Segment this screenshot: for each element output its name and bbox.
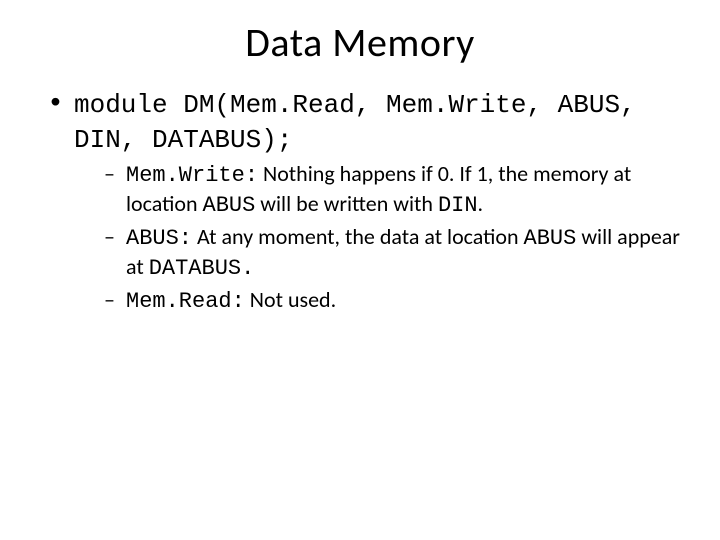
- param-desc-c: .: [478, 190, 484, 217]
- slide: Data Memory module DM(Mem.Read, Mem.Writ…: [0, 0, 720, 540]
- param-code-b: DATABUS.: [149, 256, 255, 281]
- param-code-a: ABUS: [524, 226, 577, 251]
- param-term: Mem.Read:: [126, 289, 245, 314]
- param-term: ABUS:: [126, 226, 192, 251]
- param-desc-a: At any moment, the data at location: [192, 223, 524, 250]
- param-memread: Mem.Read: Not used.: [104, 286, 690, 316]
- param-desc-a: Not used.: [245, 286, 336, 313]
- param-desc-b: will be written with: [255, 190, 438, 217]
- bullet-list-level2: Mem.Write: Nothing happens if 0. If 1, t…: [74, 160, 690, 316]
- module-declaration: module DM(Mem.Read, Mem.Write, ABUS, DIN…: [50, 87, 690, 316]
- bullet-list-level1: module DM(Mem.Read, Mem.Write, ABUS, DIN…: [30, 87, 690, 316]
- param-code-b: DIN: [438, 193, 478, 218]
- param-term: Mem.Write:: [126, 163, 258, 188]
- module-code: module DM(Mem.Read, Mem.Write, ABUS, DIN…: [74, 90, 636, 155]
- param-code-a: ABUS: [203, 193, 256, 218]
- param-memwrite: Mem.Write: Nothing happens if 0. If 1, t…: [104, 160, 690, 219]
- slide-title: Data Memory: [30, 18, 690, 67]
- param-abus: ABUS: At any moment, the data at locatio…: [104, 223, 690, 282]
